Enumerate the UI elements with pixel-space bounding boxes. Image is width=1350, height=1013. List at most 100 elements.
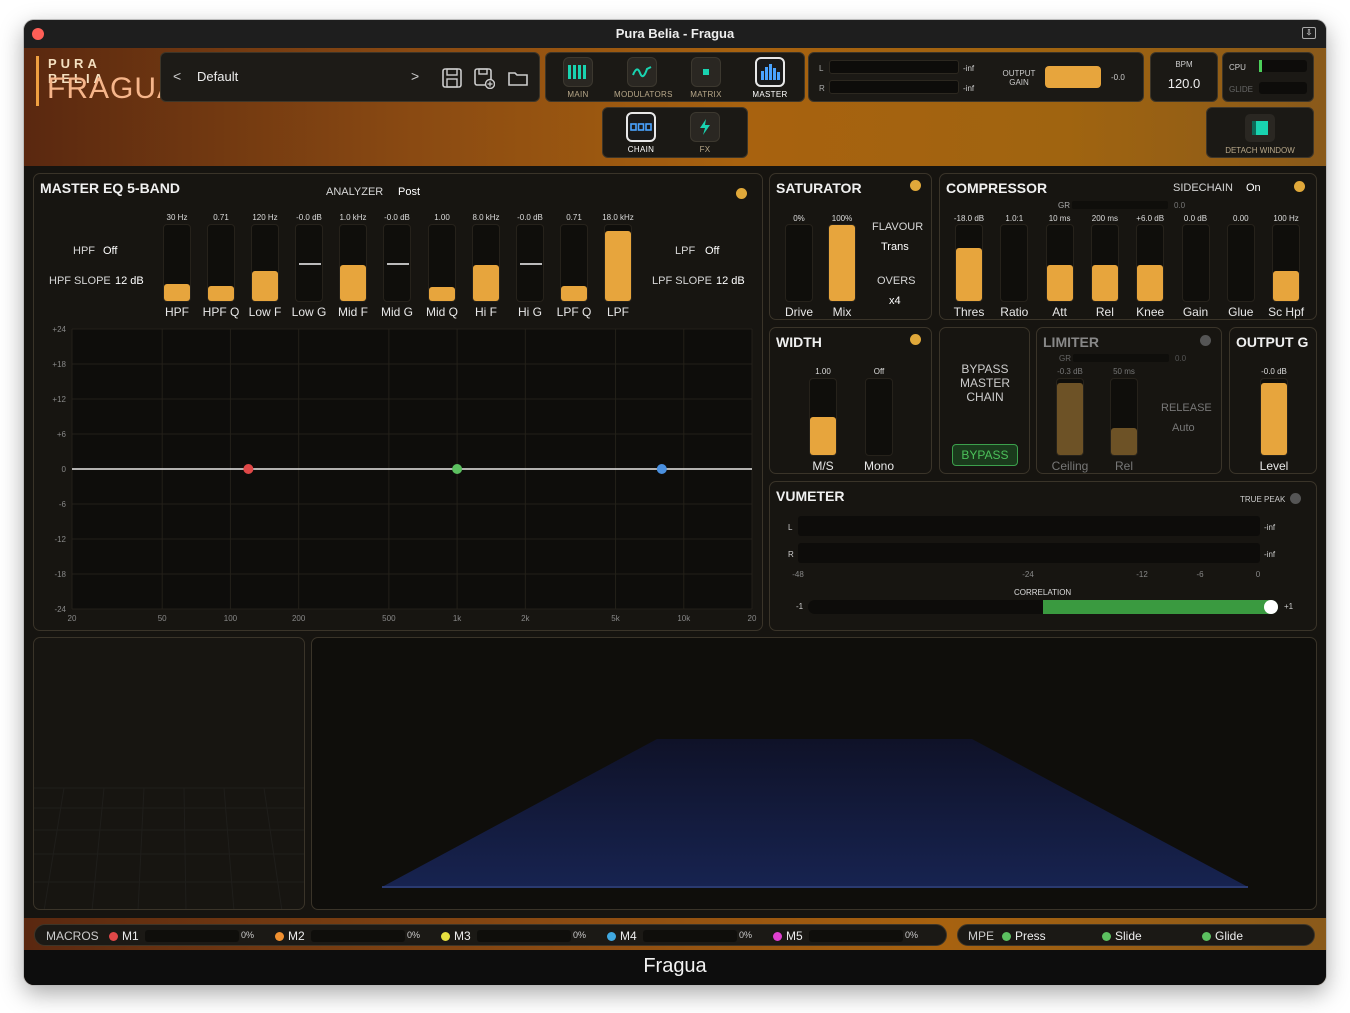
nav-tab-label: MATRIX	[690, 90, 722, 99]
comp-slider-att[interactable]	[1045, 224, 1074, 302]
comp-slider-value: 200 ms	[1091, 214, 1118, 223]
eq-slider-hpf-q[interactable]	[207, 224, 235, 302]
eq-slider-mid-f[interactable]	[339, 224, 367, 302]
vumeter-panel: VUMETER TRUE PEAK L -inf R -inf -48 -24 -1…	[769, 481, 1317, 631]
comp-slider-glue[interactable]	[1226, 224, 1255, 302]
macro-m4[interactable]: M4	[607, 929, 637, 943]
nav-tab-modulators[interactable]: MODULATORS	[614, 57, 672, 101]
width-enable-dot[interactable]	[910, 334, 921, 345]
flavour-value[interactable]: Trans	[881, 241, 909, 253]
sidechain-value[interactable]: On	[1246, 182, 1261, 194]
nav-tab-fx[interactable]: FX	[677, 112, 733, 156]
eq-enable-dot[interactable]	[736, 188, 747, 199]
slider-fill	[429, 287, 455, 301]
lpf-slope-value[interactable]: 12 dB	[716, 275, 745, 287]
mpe-dot	[1202, 932, 1211, 941]
nav-tab-master[interactable]: MASTER	[742, 57, 798, 101]
ceiling-slider[interactable]	[1056, 378, 1084, 456]
bypass-button[interactable]: BYPASS	[952, 444, 1018, 466]
macro-m2[interactable]: M2	[275, 929, 305, 943]
output-gain-slider[interactable]	[1045, 66, 1101, 88]
slider-fill	[1261, 382, 1287, 455]
eq-band-node-3[interactable]	[656, 464, 667, 474]
macro-slider[interactable]	[643, 930, 737, 942]
comp-slider-gain[interactable]	[1181, 224, 1210, 302]
true-peak-toggle[interactable]	[1290, 493, 1301, 504]
mpe-slide[interactable]: Slide	[1102, 929, 1142, 943]
eq-slider-mid-q[interactable]	[428, 224, 456, 302]
mpe-name: Glide	[1215, 929, 1244, 943]
nav-tab-main[interactable]: MAIN	[550, 57, 606, 101]
window-title: Pura Belia - Fragua	[615, 26, 735, 41]
eq-slider-mid-g[interactable]	[383, 224, 411, 302]
folder-icon[interactable]	[507, 67, 529, 87]
comp-slider-sc-hpf[interactable]	[1272, 224, 1301, 302]
chain-icon	[626, 112, 656, 142]
lpf-value[interactable]: Off	[705, 245, 719, 257]
correlation-label: CORRELATION	[1014, 588, 1072, 597]
bpm-value[interactable]: 120.0	[1151, 76, 1217, 91]
ms-slider[interactable]	[809, 378, 837, 456]
mix-slider[interactable]	[828, 224, 856, 302]
macro-slider[interactable]	[311, 930, 405, 942]
macro-slider[interactable]	[145, 930, 239, 942]
comp-slider-rel[interactable]	[1090, 224, 1119, 302]
save-icon[interactable]	[441, 67, 463, 88]
comp-slider-ratio[interactable]	[1000, 224, 1029, 302]
macro-dot	[275, 932, 284, 941]
eq-band-node-2[interactable]	[452, 464, 463, 474]
output-level-slider[interactable]	[1260, 378, 1288, 456]
analyzer-value[interactable]: Post	[398, 186, 420, 198]
eq-slider-hpf[interactable]	[163, 224, 191, 302]
mono-slider[interactable]	[865, 378, 893, 456]
macro-m5[interactable]: M5	[773, 929, 803, 943]
eq-slider-lpf-q[interactable]	[560, 224, 588, 302]
window-menu-icon[interactable]: ⇩	[1302, 27, 1316, 39]
mpe-press[interactable]: Press	[1002, 929, 1046, 943]
matrix-icon	[691, 57, 721, 87]
eq-slider-low-g[interactable]	[295, 224, 323, 302]
eq-slider-hi-g[interactable]	[516, 224, 544, 302]
mpe-glide[interactable]: Glide	[1202, 929, 1243, 943]
release-value[interactable]: Auto	[1172, 422, 1195, 434]
nav-tab-chain[interactable]: CHAIN	[613, 112, 669, 156]
slider-fill	[956, 247, 982, 301]
close-window-button[interactable]	[32, 28, 44, 40]
nav-tab-matrix[interactable]: MATRIX	[678, 57, 734, 101]
output-level-label: Level	[1259, 459, 1289, 473]
wave-icon	[627, 57, 657, 87]
comp-slider-knee[interactable]	[1136, 224, 1165, 302]
detach-window-button[interactable]: DETACH WINDOW	[1206, 107, 1314, 158]
macro-slider[interactable]	[477, 930, 571, 942]
limiter-enable-dot[interactable]	[1200, 335, 1211, 346]
hpf-slope-value[interactable]: 12 dB	[115, 275, 144, 287]
eq-band-node-1[interactable]	[243, 464, 254, 474]
corr-max: +1	[1284, 602, 1294, 611]
preset-name[interactable]: Default	[197, 69, 238, 84]
eq-slider-value: -0.0 dB	[384, 213, 410, 222]
macro-slider[interactable]	[809, 930, 903, 942]
eq-y-tick: -6	[59, 500, 67, 509]
preset-next-button[interactable]: >	[411, 68, 419, 84]
mpe-label: MPE	[968, 929, 995, 943]
eq-graph[interactable]: +24+18+12+60-6-12-18-2420 50 100 200 500 1k 2k…	[34, 324, 764, 624]
hpf-value[interactable]: Off	[103, 245, 117, 257]
eq-slider-hi-f[interactable]	[472, 224, 500, 302]
bars-icon	[563, 57, 593, 87]
meter-r-label: R	[819, 84, 825, 93]
macro-m1[interactable]: M1	[109, 929, 139, 943]
macro-m3[interactable]: M3	[441, 929, 471, 943]
save-as-icon[interactable]	[473, 67, 496, 90]
saturator-enable-dot[interactable]	[910, 180, 921, 191]
eq-y-tick: +12	[52, 395, 66, 404]
preset-prev-button[interactable]: <	[173, 68, 181, 84]
compressor-enable-dot[interactable]	[1294, 181, 1305, 192]
limiter-rel-slider[interactable]	[1110, 378, 1138, 456]
drive-slider[interactable]	[785, 224, 813, 302]
overs-value[interactable]: x4	[889, 295, 901, 307]
mono-value: Off	[873, 367, 885, 376]
eq-slider-lpf[interactable]	[604, 224, 632, 302]
comp-slider-thres[interactable]	[955, 224, 983, 302]
vu-scale-tick: -12	[1136, 570, 1148, 579]
eq-slider-low-f[interactable]	[251, 224, 279, 302]
